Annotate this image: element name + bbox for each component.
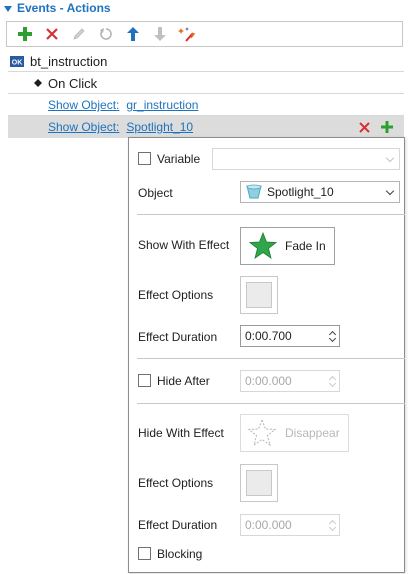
action-target-link[interactable]: gr_instruction [126,98,198,112]
green-star-icon [249,232,277,259]
show-effect-duration-input[interactable]: 0:00.700 [240,325,340,347]
arrow-down-icon [154,27,166,41]
outline-star-icon [247,418,277,447]
add-subaction-button[interactable] [380,120,394,134]
action-type-link[interactable]: Show Object: [48,120,119,134]
panel-title: Events - Actions [17,1,111,15]
tree-event-row[interactable]: On Click [34,73,97,93]
effect-duration-label: Effect Duration [138,518,218,532]
tree-action-row-selected[interactable]: Show Object: Spotlight_10 [48,117,193,137]
action-type-link[interactable]: Show Object: [48,98,119,112]
object-label: Object [138,186,173,200]
show-effect-value: Fade In [285,239,326,253]
spin-down-icon[interactable] [328,334,337,343]
section-divider [137,403,405,404]
pencil-icon [73,28,85,40]
object-value: Spotlight_10 [267,185,334,199]
effect-duration-label: Effect Duration [138,330,218,344]
hide-effect-options-button[interactable] [240,464,278,502]
effect-options-label: Effect Options [138,288,214,302]
hide-after-input[interactable]: 0:00.000 [240,370,340,392]
chevron-down-icon [385,153,395,163]
show-effect-label: Show With Effect [138,238,230,252]
section-divider [137,214,405,215]
collapse-triangle-icon[interactable] [4,6,12,12]
hide-effect-label: Hide With Effect [138,426,224,440]
plus-icon [18,27,32,41]
panel-header[interactable]: Events - Actions [0,0,412,18]
hide-effect-duration-input[interactable]: 0:00.000 [240,514,340,536]
plus-icon [381,121,393,133]
undo-button[interactable] [97,25,115,43]
show-effect-options-button[interactable] [240,276,278,314]
variable-select[interactable] [212,148,400,170]
action-properties-popup: Variable Object Spotlight_10 Show With E… [128,137,405,573]
section-divider [137,358,405,359]
spin-down-icon[interactable] [328,379,337,388]
show-effect-button[interactable]: Fade In [240,227,335,265]
effects-button[interactable] [178,25,196,43]
move-up-button[interactable] [124,25,142,43]
object-name: bt_instruction [30,53,108,69]
chevron-down-icon [385,186,395,196]
close-icon [358,121,370,133]
tree-divider [8,71,404,72]
spotlight-icon [246,184,262,199]
diamond-bullet-icon [34,79,42,87]
blocking-checkbox[interactable] [138,547,151,560]
duration-value: 0:00.000 [245,518,292,532]
variable-label: Variable [157,152,201,166]
variable-checkbox[interactable] [138,152,151,165]
remove-action-button[interactable] [357,120,371,134]
tree-object-row[interactable]: OK bt_instruction [10,51,107,71]
ok-button-icon: OK [10,55,24,67]
duration-value: 0:00.700 [245,329,292,343]
event-label: On Click [48,75,98,91]
close-icon [46,28,58,40]
options-swatch [246,470,272,496]
hide-after-checkbox[interactable] [138,374,151,387]
action-target-link[interactable]: Spotlight_10 [126,120,193,134]
svg-text:OK: OK [12,59,23,66]
magic-wand-icon [178,27,196,42]
delete-action-button[interactable] [43,25,61,43]
hide-after-value: 0:00.000 [245,374,292,388]
tree-divider [8,93,404,94]
spin-down-icon[interactable] [328,523,337,532]
hide-effect-value: Disappear [285,426,340,440]
hide-after-label: Hide After [157,374,210,388]
add-action-button[interactable] [16,25,34,43]
edit-action-button[interactable] [70,25,88,43]
arrow-up-icon [127,27,139,41]
hide-effect-button[interactable]: Disappear [240,414,349,452]
options-swatch [246,282,272,308]
actions-toolbar [6,21,403,47]
undo-icon [100,28,112,40]
effect-options-label: Effect Options [138,476,214,490]
blocking-label: Blocking [157,547,203,561]
move-down-button[interactable] [151,25,169,43]
tree-action-row[interactable]: Show Object: gr_instruction [48,95,198,115]
object-select[interactable]: Spotlight_10 [240,181,400,203]
